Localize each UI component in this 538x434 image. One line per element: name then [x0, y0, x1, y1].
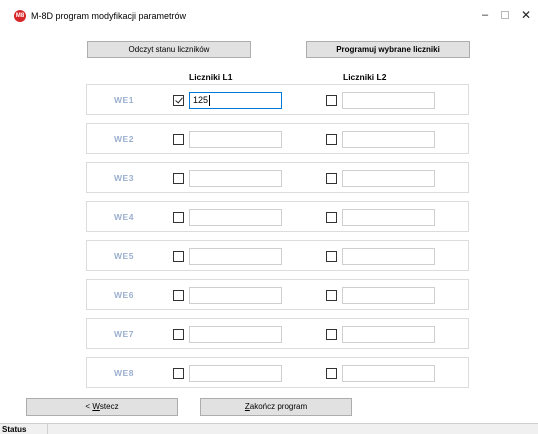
counter-row: WE7 [86, 318, 469, 349]
counter-row: WE4 [86, 201, 469, 232]
input-label: WE1 [114, 95, 134, 105]
column-header-l1: Liczniki L1 [189, 72, 233, 82]
l2-checkbox[interactable] [326, 290, 337, 301]
program-counters-button[interactable]: Programuj wybrane liczniki [306, 41, 470, 58]
l2-value-input[interactable] [342, 209, 435, 226]
maximize-icon[interactable] [496, 8, 514, 22]
input-label: WE5 [114, 251, 134, 261]
l1-value-input[interactable]: 125 [189, 92, 282, 109]
l1-value-input[interactable] [189, 209, 282, 226]
l2-value-input[interactable] [342, 287, 435, 304]
exit-program-button[interactable]: Zakończ program [200, 398, 352, 416]
input-label: WE4 [114, 212, 134, 222]
input-label: WE3 [114, 173, 134, 183]
read-counters-button[interactable]: Odczyt stanu liczników [87, 41, 251, 58]
input-label: WE8 [114, 368, 134, 378]
back-button[interactable]: < Wstecz [26, 398, 178, 416]
l2-checkbox[interactable] [326, 173, 337, 184]
l1-checkbox[interactable] [173, 251, 184, 262]
status-separator [47, 424, 48, 434]
l2-checkbox[interactable] [326, 251, 337, 262]
l1-value-input[interactable] [189, 248, 282, 265]
counter-row: WE6 [86, 279, 469, 310]
l2-value-input[interactable] [342, 365, 435, 382]
l1-value-input[interactable] [189, 131, 282, 148]
l2-value-input[interactable] [342, 92, 435, 109]
l2-value-input[interactable] [342, 131, 435, 148]
l1-checkbox[interactable] [173, 212, 184, 223]
app-icon[interactable]: M8 [14, 10, 26, 22]
l2-checkbox[interactable] [326, 329, 337, 340]
counter-row: WE5 [86, 240, 469, 271]
l2-value-input[interactable] [342, 326, 435, 343]
input-label: WE6 [114, 290, 134, 300]
l1-value-input[interactable] [189, 365, 282, 382]
counter-row: WE8 [86, 357, 469, 388]
l1-value-input[interactable] [189, 287, 282, 304]
l1-checkbox[interactable] [173, 290, 184, 301]
l1-checkbox[interactable] [173, 134, 184, 145]
status-bar: Status [0, 423, 538, 434]
minimize-icon[interactable]: – [476, 8, 494, 22]
l1-checkbox[interactable] [173, 173, 184, 184]
text-caret [209, 95, 211, 107]
column-header-l2: Liczniki L2 [343, 72, 387, 82]
l2-value-input[interactable] [342, 248, 435, 265]
l2-checkbox[interactable] [326, 95, 337, 106]
l2-checkbox[interactable] [326, 212, 337, 223]
l1-value-input[interactable] [189, 170, 282, 187]
l1-checkbox[interactable] [173, 329, 184, 340]
counter-row: WE1 125 [86, 84, 469, 115]
input-label: WE7 [114, 329, 134, 339]
l2-checkbox[interactable] [326, 368, 337, 379]
counter-row: WE2 [86, 123, 469, 154]
window-title: M-8D program modyfikacji parametrów [31, 11, 187, 21]
status-label: Status [2, 425, 27, 434]
l1-value-text: 125 [193, 95, 209, 105]
title-bar: M8 M-8D program modyfikacji parametrów –… [0, 0, 538, 30]
input-label: WE2 [114, 134, 134, 144]
l2-checkbox[interactable] [326, 134, 337, 145]
close-icon[interactable]: ✕ [517, 8, 535, 22]
l1-checkbox[interactable] [173, 368, 184, 379]
l1-checkbox[interactable] [173, 95, 184, 106]
l1-value-input[interactable] [189, 326, 282, 343]
counter-row: WE3 [86, 162, 469, 193]
l2-value-input[interactable] [342, 170, 435, 187]
